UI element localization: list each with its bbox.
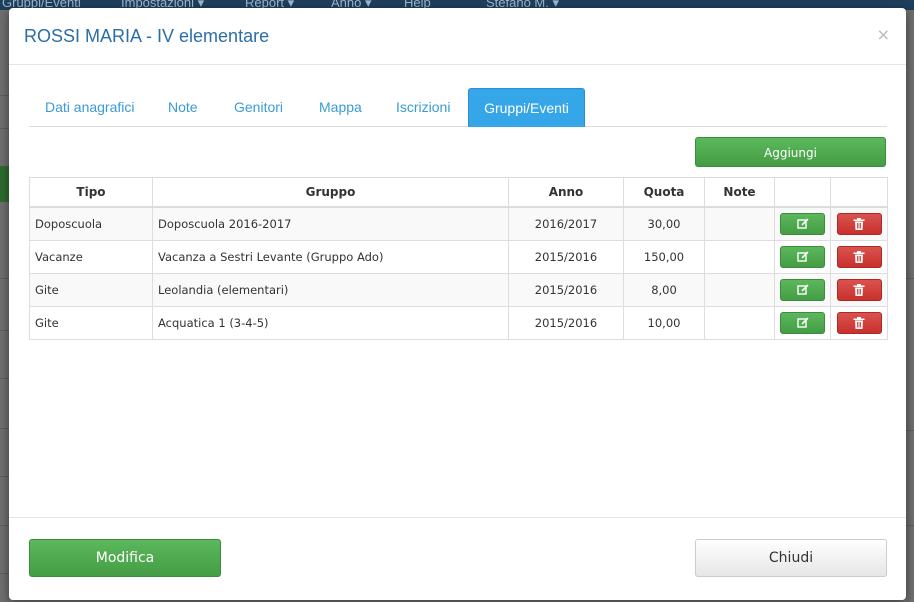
delete-button[interactable] — [836, 246, 882, 268]
edit-icon — [796, 317, 809, 328]
header-gruppo: Gruppo — [152, 177, 509, 208]
cell-tipo: Gite — [29, 273, 153, 307]
table-header-row: Tipo Gruppo Anno Quota Note — [29, 177, 888, 208]
delete-button[interactable] — [836, 213, 882, 235]
header-note: Note — [704, 177, 775, 208]
background-left-strip — [0, 10, 9, 602]
delete-button[interactable] — [836, 312, 882, 334]
background-right-strip — [906, 10, 914, 602]
header-quota: Quota — [623, 177, 705, 208]
header-delete — [830, 177, 888, 208]
cell-note — [704, 273, 775, 307]
table-row: Gite Leolandia (elementari) 2015/2016 8,… — [29, 273, 888, 307]
table-row: Doposcuola Doposcuola 2016-2017 2016/201… — [29, 206, 888, 241]
modifica-button[interactable]: Modifica — [29, 539, 221, 577]
cell-edit — [774, 240, 831, 274]
cell-quota: 8,00 — [623, 273, 705, 307]
cell-quota: 150,00 — [623, 240, 705, 274]
cell-note — [704, 206, 775, 241]
tab-mappa[interactable]: Mappa — [319, 88, 362, 126]
cell-delete — [830, 306, 888, 340]
add-button[interactable]: Aggiungi — [695, 137, 886, 167]
edit-button[interactable] — [780, 246, 825, 268]
table-row: Gite Acquatica 1 (3-4-5) 2015/2016 10,00 — [29, 306, 888, 340]
tab-dati-anagrafici[interactable]: Dati anagrafici — [45, 88, 135, 126]
cell-anno: 2015/2016 — [508, 273, 624, 307]
edit-button[interactable] — [780, 279, 825, 301]
cell-quota: 30,00 — [623, 206, 705, 241]
cell-delete — [830, 273, 888, 307]
trash-icon — [853, 284, 865, 296]
tab-genitori[interactable]: Genitori — [234, 88, 283, 126]
cell-note — [704, 306, 775, 340]
header-anno: Anno — [508, 177, 624, 208]
cell-tipo: Doposcuola — [29, 206, 153, 241]
cell-delete — [830, 206, 888, 241]
tab-note[interactable]: Note — [168, 88, 198, 126]
modal-title: ROSSI MARIA - IV elementare — [24, 26, 270, 46]
edit-button[interactable] — [780, 213, 825, 235]
cell-gruppo: Doposcuola 2016-2017 — [152, 206, 509, 241]
modal-header: ROSSI MARIA - IV elementare × — [9, 8, 906, 65]
cell-edit — [774, 306, 831, 340]
trash-icon — [853, 251, 865, 263]
cell-edit — [774, 206, 831, 241]
edit-icon — [796, 251, 809, 262]
close-icon[interactable]: × — [877, 25, 890, 44]
trash-icon — [853, 317, 865, 329]
cell-delete — [830, 240, 888, 274]
header-edit — [774, 177, 831, 208]
cell-edit — [774, 273, 831, 307]
cell-anno: 2015/2016 — [508, 306, 624, 340]
cell-note — [704, 240, 775, 274]
tab-gruppi-eventi[interactable]: Gruppi/Eventi — [468, 88, 585, 127]
table-row: Vacanze Vacanza a Sestri Levante (Gruppo… — [29, 240, 888, 274]
trash-icon — [853, 218, 865, 230]
student-modal: ROSSI MARIA - IV elementare × Dati anagr… — [9, 8, 906, 600]
groups-table: Tipo Gruppo Anno Quota Note Doposcuola D… — [29, 177, 888, 340]
modal-footer: Modifica Chiudi — [9, 517, 906, 601]
edit-button[interactable] — [780, 312, 825, 334]
cell-quota: 10,00 — [623, 306, 705, 340]
delete-button[interactable] — [836, 279, 882, 301]
cell-gruppo: Acquatica 1 (3-4-5) — [152, 306, 509, 340]
cell-gruppo: Vacanza a Sestri Levante (Gruppo Ado) — [152, 240, 509, 274]
chiudi-button[interactable]: Chiudi — [695, 539, 887, 577]
cell-tipo: Gite — [29, 306, 153, 340]
edit-icon — [796, 218, 809, 229]
header-tipo: Tipo — [29, 177, 153, 208]
tab-bar: Dati anagrafici Note Genitori Mappa Iscr… — [29, 88, 887, 127]
cell-tipo: Vacanze — [29, 240, 153, 274]
bg-green-button — [0, 166, 9, 202]
edit-icon — [796, 284, 809, 295]
cell-gruppo: Leolandia (elementari) — [152, 273, 509, 307]
tab-iscrizioni[interactable]: Iscrizioni — [396, 88, 450, 126]
cell-anno: 2015/2016 — [508, 240, 624, 274]
cell-anno: 2016/2017 — [508, 206, 624, 241]
